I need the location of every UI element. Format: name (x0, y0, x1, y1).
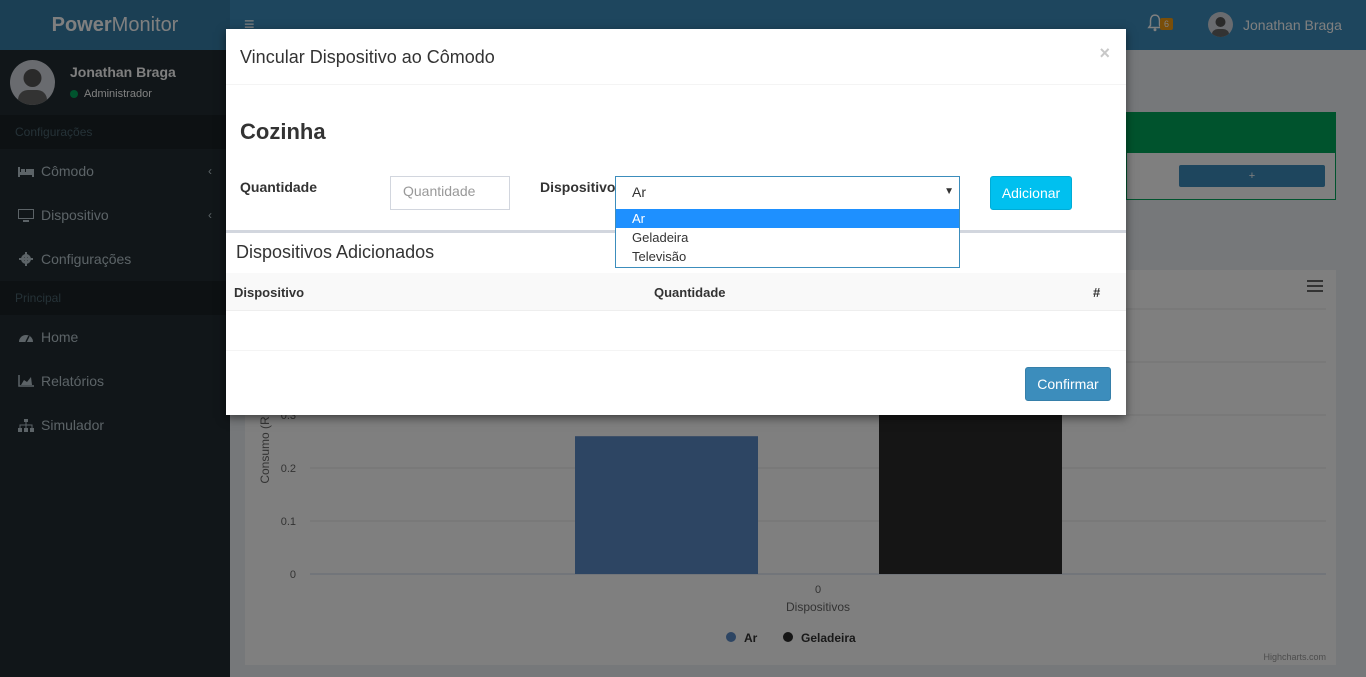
column-header-actions: # (1093, 285, 1101, 300)
column-header-quantity: Quantidade (654, 285, 726, 300)
added-devices-table-header: Dispositivo Quantidade # (226, 273, 1126, 311)
modal-footer: Confirmar (226, 350, 1126, 415)
caret-down-icon: ▼ (944, 186, 954, 197)
add-button[interactable]: Adicionar (990, 176, 1072, 210)
device-option-ar[interactable]: Ar (616, 209, 959, 228)
close-icon[interactable]: × (1099, 43, 1110, 64)
device-label: Dispositivo (540, 179, 616, 195)
device-select[interactable]: Ar ▼ (615, 176, 960, 210)
modal-header: Vincular Dispositivo ao Cômodo × (226, 29, 1126, 85)
added-devices-title: Dispositivos Adicionados (236, 242, 435, 262)
column-header-device: Dispositivo (234, 285, 305, 300)
quantity-label: Quantidade (240, 179, 318, 195)
room-name: Cozinha (240, 119, 326, 144)
quantity-input[interactable]: Quantidade (390, 176, 510, 210)
device-select-dropdown: Ar Geladeira Televisão (615, 209, 960, 268)
device-select-value: Ar (632, 184, 646, 200)
modal-title: Vincular Dispositivo ao Cômodo (240, 47, 495, 67)
device-option-televisao[interactable]: Televisão (616, 247, 959, 266)
confirm-button[interactable]: Confirmar (1025, 367, 1111, 401)
device-option-geladeira[interactable]: Geladeira (616, 228, 959, 247)
